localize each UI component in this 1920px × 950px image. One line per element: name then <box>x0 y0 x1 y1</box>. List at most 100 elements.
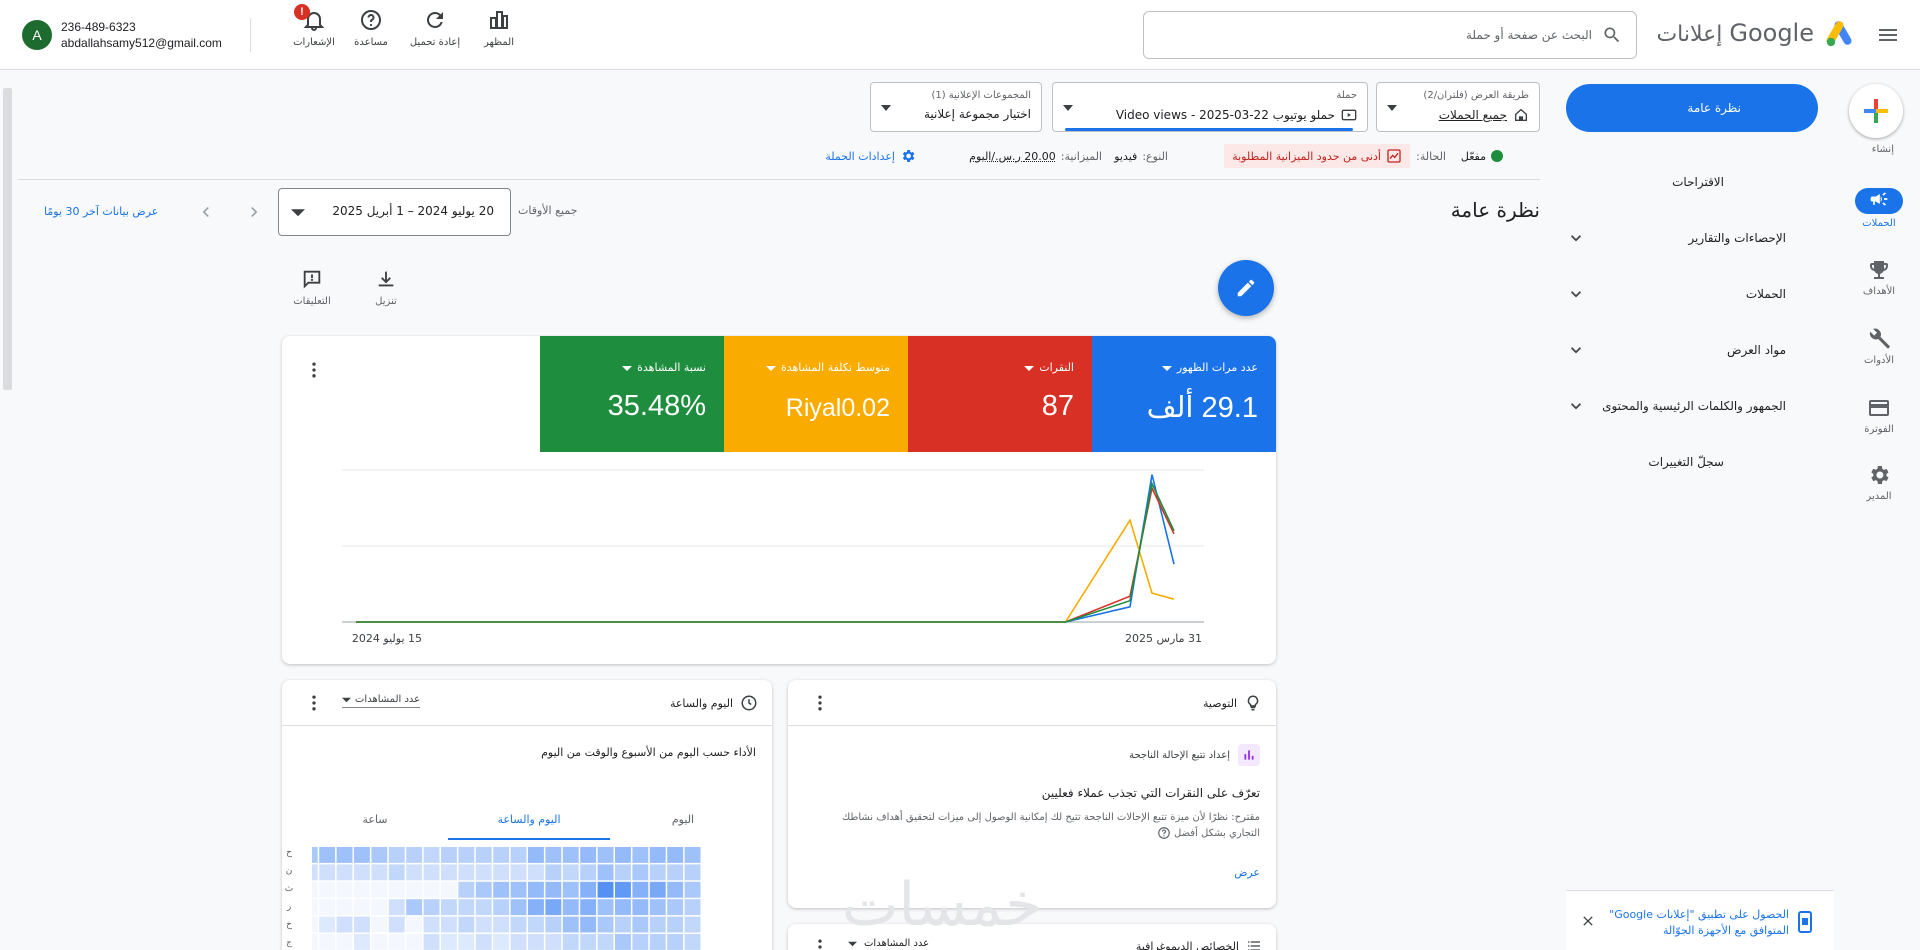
heatmap-cell[interactable] <box>580 847 596 863</box>
edit-fab-button[interactable] <box>1218 260 1274 316</box>
budget-value[interactable]: 20.00 ر.س./اليوم <box>969 150 1056 163</box>
more-vert-icon[interactable] <box>304 360 324 380</box>
heatmap-cell[interactable] <box>458 882 474 898</box>
heatmap-cell[interactable] <box>441 864 457 880</box>
heatmap-cell[interactable] <box>458 847 474 863</box>
heatmap-cell[interactable] <box>615 847 631 863</box>
heatmap-cell[interactable] <box>458 934 474 950</box>
heatmap-cell[interactable] <box>371 899 387 915</box>
heatmap-cell[interactable] <box>319 917 335 933</box>
heatmap-cell[interactable] <box>371 882 387 898</box>
date-range-picker[interactable]: 20 يوليو 2024 – 1 أبريل 2025 <box>278 188 511 236</box>
heatmap-cell[interactable] <box>615 917 631 933</box>
heatmap-cell[interactable] <box>406 882 422 898</box>
heatmap-cell[interactable] <box>493 864 509 880</box>
tab-day[interactable]: اليوم <box>618 800 748 840</box>
nav-campaigns[interactable]: الحملات <box>1566 274 1810 314</box>
heatmap-cell[interactable] <box>563 882 579 898</box>
heatmap-cell[interactable] <box>406 864 422 880</box>
heatmap-cell[interactable] <box>528 934 544 950</box>
heatmap-cell[interactable] <box>354 934 370 950</box>
heatmap-cell[interactable] <box>528 917 544 933</box>
heatmap-cell[interactable] <box>424 899 440 915</box>
appearance-button[interactable]: المظهر <box>464 8 534 48</box>
rail-tools[interactable]: الأدوات <box>1838 327 1920 366</box>
nav-assets[interactable]: مواد العرض <box>1566 330 1810 370</box>
heatmap-cell[interactable] <box>511 934 527 950</box>
heatmap-cell[interactable] <box>615 899 631 915</box>
day-hour-metric-selector[interactable]: عدد المشاهدات <box>342 694 420 708</box>
heatmap-cell[interactable] <box>545 864 561 880</box>
heatmap-cell[interactable] <box>545 917 561 933</box>
heatmap-cell[interactable] <box>371 847 387 863</box>
heatmap-cell[interactable] <box>528 899 544 915</box>
heatmap-cell[interactable] <box>545 882 561 898</box>
rail-campaigns[interactable]: الحملات <box>1838 188 1920 229</box>
mobile-app-promo[interactable]: الحصول على تطبيق "إعلانات Google" المتوا… <box>1566 890 1834 950</box>
heatmap-cell[interactable] <box>312 934 318 950</box>
heatmap-cell[interactable] <box>580 934 596 950</box>
heatmap-cell[interactable] <box>371 864 387 880</box>
budget-warning-badge[interactable]: أدنى من حدود الميزانية المطلوبة <box>1224 144 1410 168</box>
heatmap-cell[interactable] <box>441 847 457 863</box>
heatmap-cell[interactable] <box>406 899 422 915</box>
heatmap-cell[interactable] <box>441 934 457 950</box>
metric-avg-cpv[interactable]: متوسط تكلفة المشاهدة Riyal0.02 <box>724 336 908 452</box>
heatmap-cell[interactable] <box>389 917 405 933</box>
view-selector[interactable]: طريقة العرض (فلتران/2) جميع الحملات <box>1376 82 1540 132</box>
heatmap-cell[interactable] <box>563 864 579 880</box>
heatmap-cell[interactable] <box>441 899 457 915</box>
metric-clicks[interactable]: النقرات 87 <box>908 336 1092 452</box>
heatmap-cell[interactable] <box>667 864 683 880</box>
heatmap-cell[interactable] <box>580 899 596 915</box>
heatmap-cell[interactable] <box>337 847 353 863</box>
heatmap-cell[interactable] <box>406 847 422 863</box>
heatmap-cell[interactable] <box>319 899 335 915</box>
heatmap-cell[interactable] <box>650 917 666 933</box>
heatmap-cell[interactable] <box>312 864 318 880</box>
heatmap-cell[interactable] <box>493 899 509 915</box>
heatmap-cell[interactable] <box>685 864 701 880</box>
rail-goals[interactable]: الأهداف <box>1838 258 1920 297</box>
heatmap-cell[interactable] <box>667 934 683 950</box>
metric-impressions[interactable]: عدد مرات الظهور 29.1 ألف <box>1092 336 1276 452</box>
heatmap-cell[interactable] <box>685 882 701 898</box>
heatmap-cell[interactable] <box>598 934 614 950</box>
heatmap-cell[interactable] <box>424 847 440 863</box>
heatmap-cell[interactable] <box>632 847 648 863</box>
heatmap-cell[interactable] <box>615 934 631 950</box>
heatmap-cell[interactable] <box>563 917 579 933</box>
heatmap-cell[interactable] <box>458 917 474 933</box>
heatmap-cell[interactable] <box>528 882 544 898</box>
rail-admin[interactable]: المدير <box>1838 463 1920 502</box>
heatmap-cell[interactable] <box>511 882 527 898</box>
main-menu-button[interactable] <box>1876 23 1900 47</box>
heatmap-cell[interactable] <box>528 864 544 880</box>
heatmap-cell[interactable] <box>389 934 405 950</box>
notifications-button[interactable]: الإشعارات <box>279 8 349 48</box>
heatmap-cell[interactable] <box>580 864 596 880</box>
google-ads-logo[interactable]: Google إعلانات <box>1656 17 1856 49</box>
heatmap-cell[interactable] <box>511 917 527 933</box>
heatmap-cell[interactable] <box>650 882 666 898</box>
help-icon[interactable] <box>1157 826 1171 840</box>
heatmap-cell[interactable] <box>563 899 579 915</box>
nav-audiences-keywords[interactable]: الجمهور والكلمات الرئيسية والمحتوى <box>1566 386 1810 426</box>
heatmap-cell[interactable] <box>371 917 387 933</box>
heatmap-cell[interactable] <box>580 917 596 933</box>
heatmap-cell[interactable] <box>312 882 318 898</box>
heatmap-cell[interactable] <box>319 934 335 950</box>
heatmap-cell[interactable] <box>424 882 440 898</box>
search-box[interactable]: البحث عن صفحة أو حملة <box>1143 11 1637 59</box>
heatmap-cell[interactable] <box>598 864 614 880</box>
create-button[interactable] <box>1849 84 1903 138</box>
close-icon[interactable] <box>1580 913 1596 929</box>
recommendation-view-link[interactable]: عرض <box>1234 866 1260 879</box>
heatmap-cell[interactable] <box>632 917 648 933</box>
heatmap-cell[interactable] <box>371 934 387 950</box>
nav-recommendations[interactable]: الاقتراحات <box>1574 162 1724 202</box>
heatmap-cell[interactable] <box>354 847 370 863</box>
heatmap-cell[interactable] <box>632 882 648 898</box>
heatmap-cell[interactable] <box>389 899 405 915</box>
adgroup-selector[interactable]: المجموعات الإعلانية (1) اختيار مجموعة إع… <box>870 82 1042 132</box>
